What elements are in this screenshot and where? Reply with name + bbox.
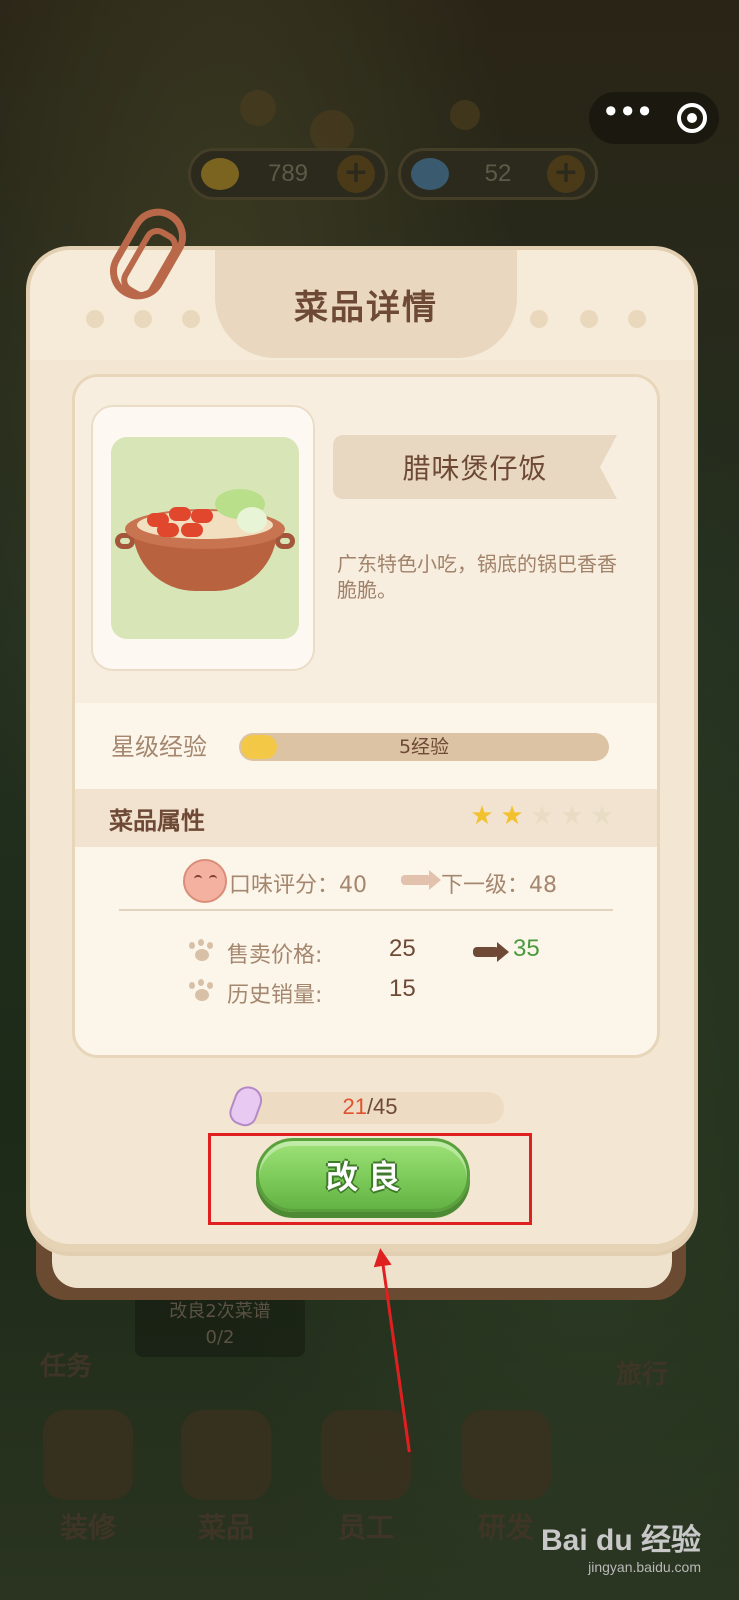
improve-button[interactable]: 改良	[256, 1138, 470, 1212]
taste-face-icon	[183, 859, 227, 903]
paw-icon	[187, 979, 215, 1003]
baidu-watermark: Bai du 经验 jingyan.baidu.com	[540, 1524, 701, 1575]
sausage	[191, 509, 213, 523]
star-filled-icon: ★	[500, 801, 524, 831]
star-exp-label: 星级经验	[111, 733, 207, 761]
arrow-right-icon	[473, 942, 509, 962]
research-icon	[461, 1410, 551, 1500]
travel-label[interactable]: 旅行	[616, 1354, 668, 1391]
dish-detail-modal: 菜品详情 腊味煲仔饭 广东特色小吃，锅底的锅巴香香脆脆。 星级经验 5经验 菜品…	[26, 246, 698, 1256]
dishes-icon	[181, 1410, 271, 1500]
staff-icon	[321, 1410, 411, 1500]
gems-resource: 52 +	[398, 148, 598, 200]
sales-label: 历史销量:	[227, 983, 323, 1008]
binder-hole	[134, 310, 152, 328]
sales-value: 15	[389, 975, 416, 1002]
exp-text: 5经验	[398, 736, 450, 758]
dish-name-ribbon: 腊味煲仔饭	[333, 435, 617, 499]
sales-row: 历史销量: 15	[75, 973, 657, 1013]
nav-staff[interactable]: 员工	[306, 1410, 426, 1546]
sausage	[181, 523, 203, 537]
binder-hole	[628, 310, 646, 328]
ingredient-current: 21	[342, 1094, 367, 1119]
dish-name: 腊味煲仔饭	[402, 452, 548, 485]
dish-info-panel: 腊味煲仔饭 广东特色小吃，锅底的锅巴香香脆脆。 星级经验 5经验 菜品属性 ★ ★…	[72, 374, 660, 1058]
ingredient-count: 21/45	[236, 1094, 504, 1120]
ingredient-total: /45	[366, 1094, 398, 1119]
sausage	[169, 507, 191, 521]
paw-coin-icon	[201, 158, 239, 190]
star-empty-icon: ★	[530, 801, 554, 831]
price-value: 25	[389, 935, 416, 962]
task-panel[interactable]: 改良2次菜谱 0/2	[135, 1295, 305, 1357]
add-gems-button[interactable]: +	[547, 155, 585, 193]
price-label: 售卖价格:	[227, 943, 323, 968]
taste-row: 口味评分：40 下一级：48	[75, 859, 657, 915]
lantern-decoration	[450, 100, 480, 130]
dish-summary: 腊味煲仔饭 广东特色小吃，锅底的锅巴香香脆脆。	[75, 377, 657, 703]
modal-title: 菜品详情	[294, 287, 438, 328]
taste-score: 口味评分：40	[229, 873, 367, 898]
price-row: 售卖价格: 25 35	[75, 933, 657, 973]
star-empty-icon: ★	[590, 801, 614, 831]
binder-hole	[86, 310, 104, 328]
star-rating: ★ ★ ★ ★ ★	[469, 803, 615, 829]
task-progress: 0/2	[205, 1327, 235, 1348]
gem-icon	[411, 158, 449, 190]
ingredient-counter: 21/45	[226, 1082, 504, 1130]
sausage	[157, 523, 179, 537]
watermark-url: jingyan.baidu.com	[588, 1559, 701, 1575]
dish-image	[111, 437, 299, 639]
dish-image-frame	[91, 405, 315, 671]
divider	[119, 909, 613, 911]
task-text: 改良2次菜谱	[169, 1301, 271, 1322]
close-target-icon[interactable]	[676, 103, 707, 133]
coins-value: 789	[267, 160, 309, 187]
star-filled-icon: ★	[470, 801, 494, 831]
more-icon[interactable]: •••	[601, 96, 654, 128]
bok-choy	[237, 507, 267, 533]
arrow-right-icon	[401, 870, 441, 890]
nav-decorate[interactable]: 装修	[28, 1410, 148, 1546]
nav-dishes[interactable]: 菜品	[166, 1410, 286, 1546]
price-next-value: 35	[513, 935, 540, 962]
improve-button-label: 改良	[325, 1158, 410, 1196]
gems-value: 52	[484, 160, 512, 187]
watermark-brand: Bai du 经验	[540, 1524, 701, 1557]
binder-hole	[580, 310, 598, 328]
task-label[interactable]: 任务	[40, 1346, 92, 1383]
decorate-icon	[43, 1410, 133, 1500]
binder-hole	[530, 310, 548, 328]
exp-progress-bar: 5经验	[239, 733, 609, 761]
mini-program-capsule: •••	[589, 92, 719, 144]
attributes-row: 菜品属性 ★ ★ ★ ★ ★	[75, 789, 657, 847]
binder-hole	[182, 310, 200, 328]
add-coins-button[interactable]: +	[337, 155, 375, 193]
coins-resource: 789 +	[188, 148, 388, 200]
next-level-score: 下一级：48	[441, 873, 557, 898]
dish-description: 广东特色小吃，锅底的锅巴香香脆脆。	[337, 552, 617, 602]
title-tab: 菜品详情	[215, 250, 517, 358]
lantern-decoration	[240, 90, 276, 126]
attributes-label: 菜品属性	[109, 807, 205, 835]
paw-icon	[187, 939, 215, 963]
star-empty-icon: ★	[560, 801, 584, 831]
star-exp-row: 星级经验 5经验	[75, 703, 657, 789]
